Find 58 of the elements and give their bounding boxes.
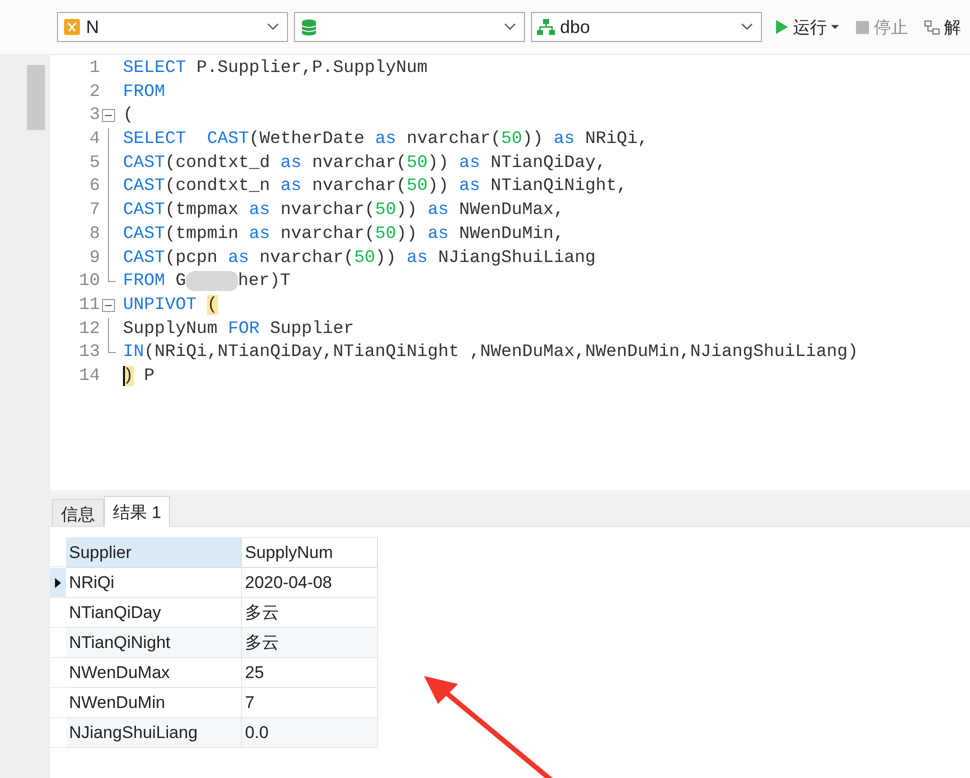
row-header[interactable] — [50, 568, 66, 598]
dropdown-field[interactable]: dbo — [531, 12, 762, 42]
line-number: 1 — [88, 57, 100, 80]
column-header[interactable]: Supplier — [66, 537, 242, 568]
diagram-icon — [924, 20, 940, 34]
toolbar-button[interactable]: 解 — [921, 14, 964, 40]
code-line: UNPIVOT ( — [123, 294, 219, 317]
chevron-down-icon — [741, 23, 753, 31]
line-number: 14 — [78, 364, 100, 388]
code-line: SELECT CAST(WetherDate as nvarchar(50)) as NRiQi, — [123, 128, 650, 152]
table-cell: 0.0 — [242, 718, 378, 748]
tab[interactable]: 信息 — [52, 499, 104, 526]
play-icon — [775, 19, 789, 35]
chevron-down-icon — [267, 23, 279, 31]
code-line: FROM — [123, 80, 166, 104]
code-line: CAST(condtxt_n as nvarchar(50)) as NTianQiNight, — [123, 175, 628, 198]
code-line: FROM G her)T — [123, 270, 292, 294]
line-number: 2 — [88, 80, 100, 104]
chevron-down-icon — [504, 23, 516, 31]
scrollbar-thumb[interactable] — [27, 65, 45, 130]
line-number: 12 — [78, 318, 100, 341]
line-number: 7 — [88, 199, 100, 222]
database-icon — [300, 18, 318, 36]
tab[interactable]: 结果 1 — [104, 496, 170, 527]
table-cell: NRiQi — [66, 568, 242, 598]
collapse-icon[interactable] — [102, 298, 115, 312]
table-cell: NWenDuMax — [66, 658, 242, 688]
toolbar-button[interactable]: 运行 — [772, 14, 842, 40]
dropdown-field[interactable] — [294, 12, 525, 42]
code-line: ) P — [123, 364, 156, 388]
code-line: CAST(tmpmax as nvarchar(50)) as NWenDuMax, — [123, 199, 566, 222]
code-line: SELECT P.Supplier,P.SupplyNum — [123, 57, 429, 80]
collapse-icon[interactable] — [102, 109, 115, 122]
code-line: CAST(tmpmin as nvarchar(50)) as NWenDuMin, — [123, 222, 566, 246]
code-line: SupplyNum FOR Supplier — [123, 318, 356, 341]
table-cell: NJiangShuiLiang — [66, 718, 242, 748]
table-cell: NTianQiNight — [66, 628, 242, 658]
line-number: 9 — [88, 246, 100, 270]
line-number: 10 — [78, 270, 100, 294]
table-cell: 多云 — [242, 628, 378, 658]
line-number: 13 — [78, 341, 100, 364]
code-line: CAST(condtxt_d as nvarchar(50)) as NTianQiDay, — [123, 152, 608, 175]
code-line: CAST(pcpn as nvarchar(50)) as NJiangShuiLiang — [123, 246, 597, 270]
table-cell: 2020-04-08 — [242, 568, 378, 598]
line-number: 8 — [88, 222, 100, 246]
stop-icon — [855, 20, 870, 34]
column-header[interactable]: SupplyNum — [242, 537, 378, 568]
schema-icon — [537, 18, 555, 36]
code-line: ( — [123, 104, 135, 128]
line-number: 3 — [88, 104, 100, 128]
line-number: 5 — [88, 152, 100, 175]
sql-editor[interactable] — [50, 54, 970, 490]
code-line: IN(NRiQi,NTianQiDay,NTianQiNight ,NWenDuMax,NWenDuMin,NJiangShuiLiang) — [123, 341, 858, 364]
line-number: 6 — [88, 175, 100, 198]
table-cell: 25 — [242, 658, 378, 688]
line-number: 4 — [88, 128, 100, 152]
dropdown-field[interactable]: N — [57, 12, 288, 42]
line-number: 11 — [78, 294, 100, 317]
